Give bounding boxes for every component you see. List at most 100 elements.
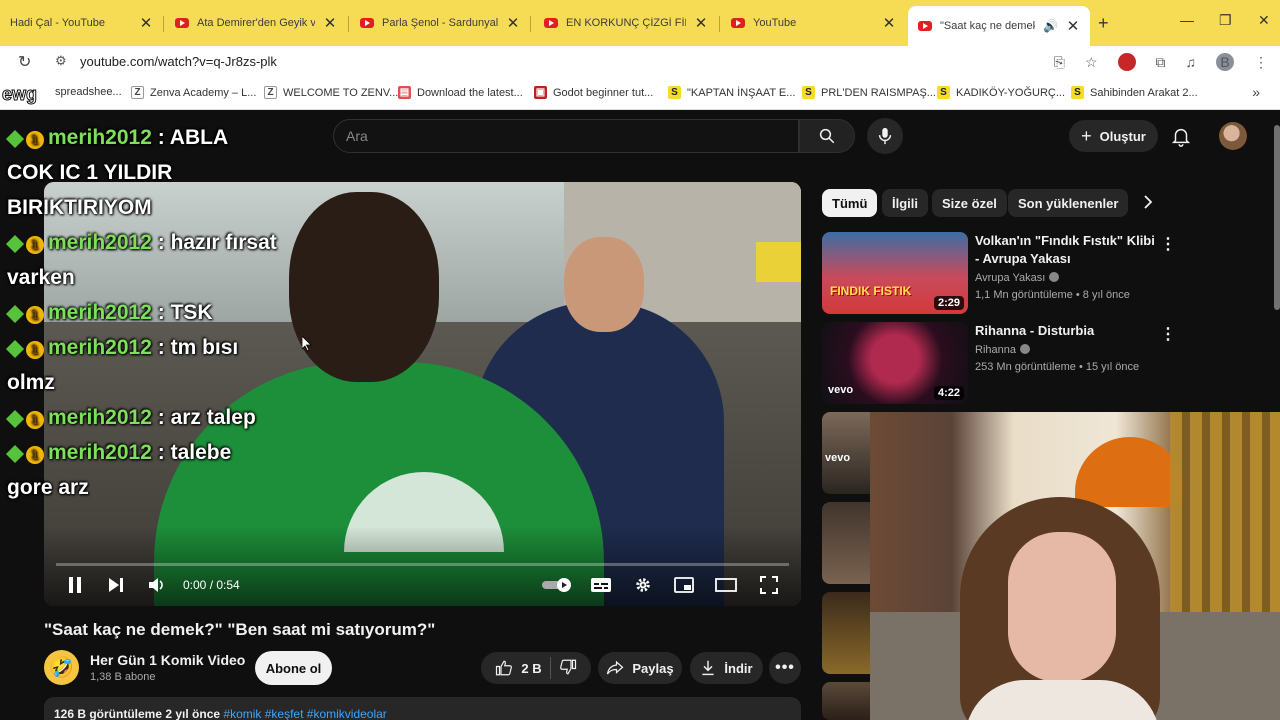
recommendation-item[interactable]: FINDIK FISTIK 2:29 Volkan'ın "Fındık Fıs…: [822, 232, 1182, 314]
extensions-puzzle-icon[interactable]: ⧉: [1156, 54, 1166, 71]
chip-recent[interactable]: Son yüklenenler: [1008, 189, 1129, 217]
video-thumbnail[interactable]: [822, 502, 870, 584]
bookmark-star-icon[interactable]: ☆: [1085, 54, 1098, 71]
browser-tab[interactable]: Ata Demirer'den Geyik ve ✕: [165, 6, 347, 40]
stream-overlay-text: ewg: [1, 84, 38, 105]
plus-icon: +: [1081, 125, 1092, 146]
bookmarks-overflow-icon[interactable]: »: [1252, 84, 1260, 100]
chip-related[interactable]: İlgili: [882, 189, 928, 217]
chips-next-button[interactable]: [1142, 193, 1154, 216]
fullscreen-button[interactable]: [756, 572, 782, 598]
settings-button[interactable]: [630, 572, 656, 598]
create-button[interactable]: + Oluştur: [1069, 120, 1158, 152]
chip-for-you[interactable]: Size özel: [932, 189, 1007, 217]
bookmark-item[interactable]: ▤ Download the latest...: [398, 86, 523, 99]
recommendation-title[interactable]: Rihanna - Disturbia: [975, 322, 1155, 340]
bookmark-item[interactable]: S Sahibinden Arakat 2...: [1071, 86, 1198, 99]
install-app-icon[interactable]: ⎘: [1054, 54, 1065, 71]
close-tab-icon[interactable]: ✕: [694, 14, 708, 32]
more-vert-icon[interactable]: ⋮: [1160, 234, 1176, 254]
miniplayer-button[interactable]: [671, 572, 697, 598]
next-button[interactable]: [103, 572, 129, 598]
browser-tab-active[interactable]: "Saat kaç ne demek?" 🔊 ✕: [908, 6, 1090, 46]
new-tab-icon[interactable]: +: [1098, 13, 1109, 34]
recommendation-channel[interactable]: Avrupa Yakası: [975, 272, 1060, 284]
channel-avatar[interactable]: 🤣: [44, 650, 79, 685]
chat-message: 1 merih2012 : talebe gore arz: [5, 441, 232, 499]
diamond-badge-icon: [5, 444, 25, 464]
volume-button[interactable]: [144, 572, 170, 598]
bookmark-item[interactable]: spreadshee...: [55, 86, 122, 98]
hashtags[interactable]: #komik #keşfet #komikvideolar: [223, 707, 386, 720]
video-thumbnail[interactable]: vevo: [822, 412, 870, 494]
bookmark-item[interactable]: Z Zenva Academy – L...: [131, 86, 256, 99]
view-stats: 126 B görüntüleme 2 yıl önce: [54, 707, 221, 720]
coin-badge-icon: 1: [26, 411, 44, 429]
browser-tab[interactable]: YouTube ✕: [721, 6, 906, 40]
video-thumbnail[interactable]: [822, 592, 870, 674]
search-input[interactable]: [334, 120, 798, 152]
recommendation-item[interactable]: vevo 4:22 Rihanna - Disturbia Rihanna 25…: [822, 322, 1182, 404]
subscribe-button[interactable]: Abone ol: [255, 651, 332, 685]
subtitles-button[interactable]: [588, 572, 614, 598]
close-tab-icon[interactable]: ✕: [139, 14, 153, 32]
theater-mode-button[interactable]: [713, 572, 739, 598]
close-tab-icon[interactable]: ✕: [882, 14, 896, 32]
zenva-icon: Z: [264, 86, 277, 99]
chip-all[interactable]: Tümü: [822, 189, 878, 217]
speaker-icon[interactable]: 🔊: [1043, 19, 1058, 33]
more-vert-icon[interactable]: ⋮: [1160, 324, 1176, 344]
recommendation-title[interactable]: Volkan'ın "Fındık Fıstık" Klibi - Avrupa…: [975, 232, 1155, 268]
youtube-icon: [360, 18, 374, 28]
dislike-button[interactable]: [559, 658, 577, 679]
minimize-icon[interactable]: —: [1180, 12, 1194, 28]
video-thumbnail[interactable]: FINDIK FISTIK 2:29: [822, 232, 968, 314]
browser-tab[interactable]: Parla Şenol - Sardunyalar ✕: [350, 6, 530, 40]
godot-icon: ▣: [534, 86, 547, 99]
channel-name[interactable]: Her Gün 1 Komik Video: [90, 652, 245, 668]
like-button[interactable]: 2 B: [495, 659, 542, 677]
bookmark-item[interactable]: S KADIKÖY-YOĞURÇ...: [937, 86, 1065, 99]
more-actions-button[interactable]: •••: [769, 652, 801, 684]
search-button[interactable]: [799, 119, 855, 153]
browser-tab[interactable]: EN KORKUNÇ ÇİZGİ FİLM ✕: [534, 6, 718, 40]
youtube-icon: [175, 18, 189, 28]
url-field[interactable]: youtube.com/watch?v=q-Jr8zs-plk: [80, 54, 277, 69]
download-button[interactable]: İndir: [690, 652, 763, 684]
description-box[interactable]: 126 B görüntüleme 2 yıl önce #komik #keş…: [44, 697, 801, 720]
bookmark-label: PRL'DEN RAISMPAŞ...: [821, 86, 936, 99]
pause-icon: [69, 577, 81, 593]
vevo-logo: vevo: [825, 452, 851, 464]
coin-badge-icon: 1: [26, 446, 44, 464]
diamond-badge-icon: [5, 304, 25, 324]
voice-search-button[interactable]: [867, 118, 903, 154]
video-thumbnail[interactable]: vevo 4:22: [822, 322, 968, 404]
webcam-overlay: [870, 412, 1280, 720]
extension-icon[interactable]: [1117, 53, 1136, 71]
pause-button[interactable]: [62, 572, 88, 598]
bookmark-item[interactable]: S "KAPTAN İNŞAAT E...: [668, 86, 795, 99]
close-window-icon[interactable]: ✕: [1258, 12, 1270, 29]
autoplay-toggle[interactable]: [541, 572, 575, 598]
bookmark-item[interactable]: ▣ Godot beginner tut...: [534, 86, 653, 99]
site-info-icon[interactable]: ⚙: [55, 53, 67, 69]
maximize-icon[interactable]: ❐: [1219, 12, 1232, 29]
menu-kebab-icon[interactable]: ⋮: [1254, 54, 1268, 71]
reload-icon[interactable]: ↻: [18, 52, 31, 72]
video-thumbnail[interactable]: [822, 682, 870, 720]
close-tab-icon[interactable]: ✕: [1066, 17, 1080, 35]
bookmark-label: KADIKÖY-YOĞURÇ...: [956, 86, 1066, 99]
bookmark-item[interactable]: S PRL'DEN RAISMPAŞ...: [802, 86, 936, 99]
close-tab-icon[interactable]: ✕: [506, 14, 520, 32]
share-button[interactable]: Paylaş: [598, 652, 682, 684]
media-control-icon[interactable]: ♫: [1186, 54, 1197, 70]
scrollbar-thumb[interactable]: [1274, 125, 1280, 310]
browser-tab[interactable]: Hadi Çal - YouTube ✕: [0, 6, 163, 40]
profile-avatar[interactable]: B: [1216, 53, 1234, 71]
bookmark-item[interactable]: Z WELCOME TO ZENV...: [264, 86, 398, 99]
notifications-button[interactable]: [1170, 125, 1192, 152]
player-controls: 0:00 / 0:54: [44, 566, 801, 606]
close-tab-icon[interactable]: ✕: [323, 14, 337, 32]
account-avatar[interactable]: [1219, 122, 1247, 150]
recommendation-channel[interactable]: Rihanna: [975, 344, 1030, 356]
